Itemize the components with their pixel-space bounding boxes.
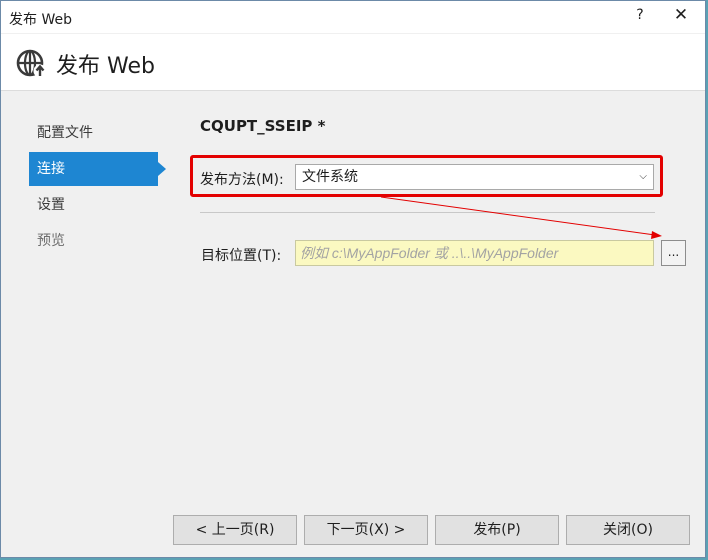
dialog-heading: 发布 Web [56, 54, 155, 79]
nav-item-settings[interactable]: 设置 [29, 188, 158, 222]
globe-publish-icon [16, 49, 47, 78]
profile-name: CQUPT_SSEIP * [200, 117, 326, 135]
highlight-box [190, 155, 663, 197]
publish-web-dialog: 发布 Web ? ✕ 发布 Web 配置文件 连接 设置 预览 CQUPT_SS… [0, 0, 706, 558]
target-location-input[interactable] [295, 240, 654, 266]
nav-item-connection[interactable]: 连接 [29, 152, 166, 186]
dialog-header: 发布 Web [1, 34, 705, 91]
close-button[interactable]: 关闭(O) [566, 515, 690, 545]
help-button[interactable]: ? [630, 7, 650, 23]
browse-button[interactable]: ... [661, 240, 686, 266]
target-location-label: 目标位置(T): [201, 248, 282, 264]
prev-button[interactable]: < 上一页(R) [173, 515, 297, 545]
close-window-button[interactable]: ✕ [669, 5, 693, 25]
wizard-nav: 配置文件 连接 设置 预览 [29, 116, 169, 260]
next-button[interactable]: 下一页(X) > [304, 515, 428, 545]
nav-item-preview[interactable]: 预览 [29, 224, 158, 258]
window-title: 发布 Web [9, 12, 72, 28]
nav-item-profile[interactable]: 配置文件 [29, 116, 158, 150]
divider [200, 212, 655, 213]
title-bar: 发布 Web ? ✕ [1, 1, 705, 33]
publish-button[interactable]: 发布(P) [435, 515, 559, 545]
